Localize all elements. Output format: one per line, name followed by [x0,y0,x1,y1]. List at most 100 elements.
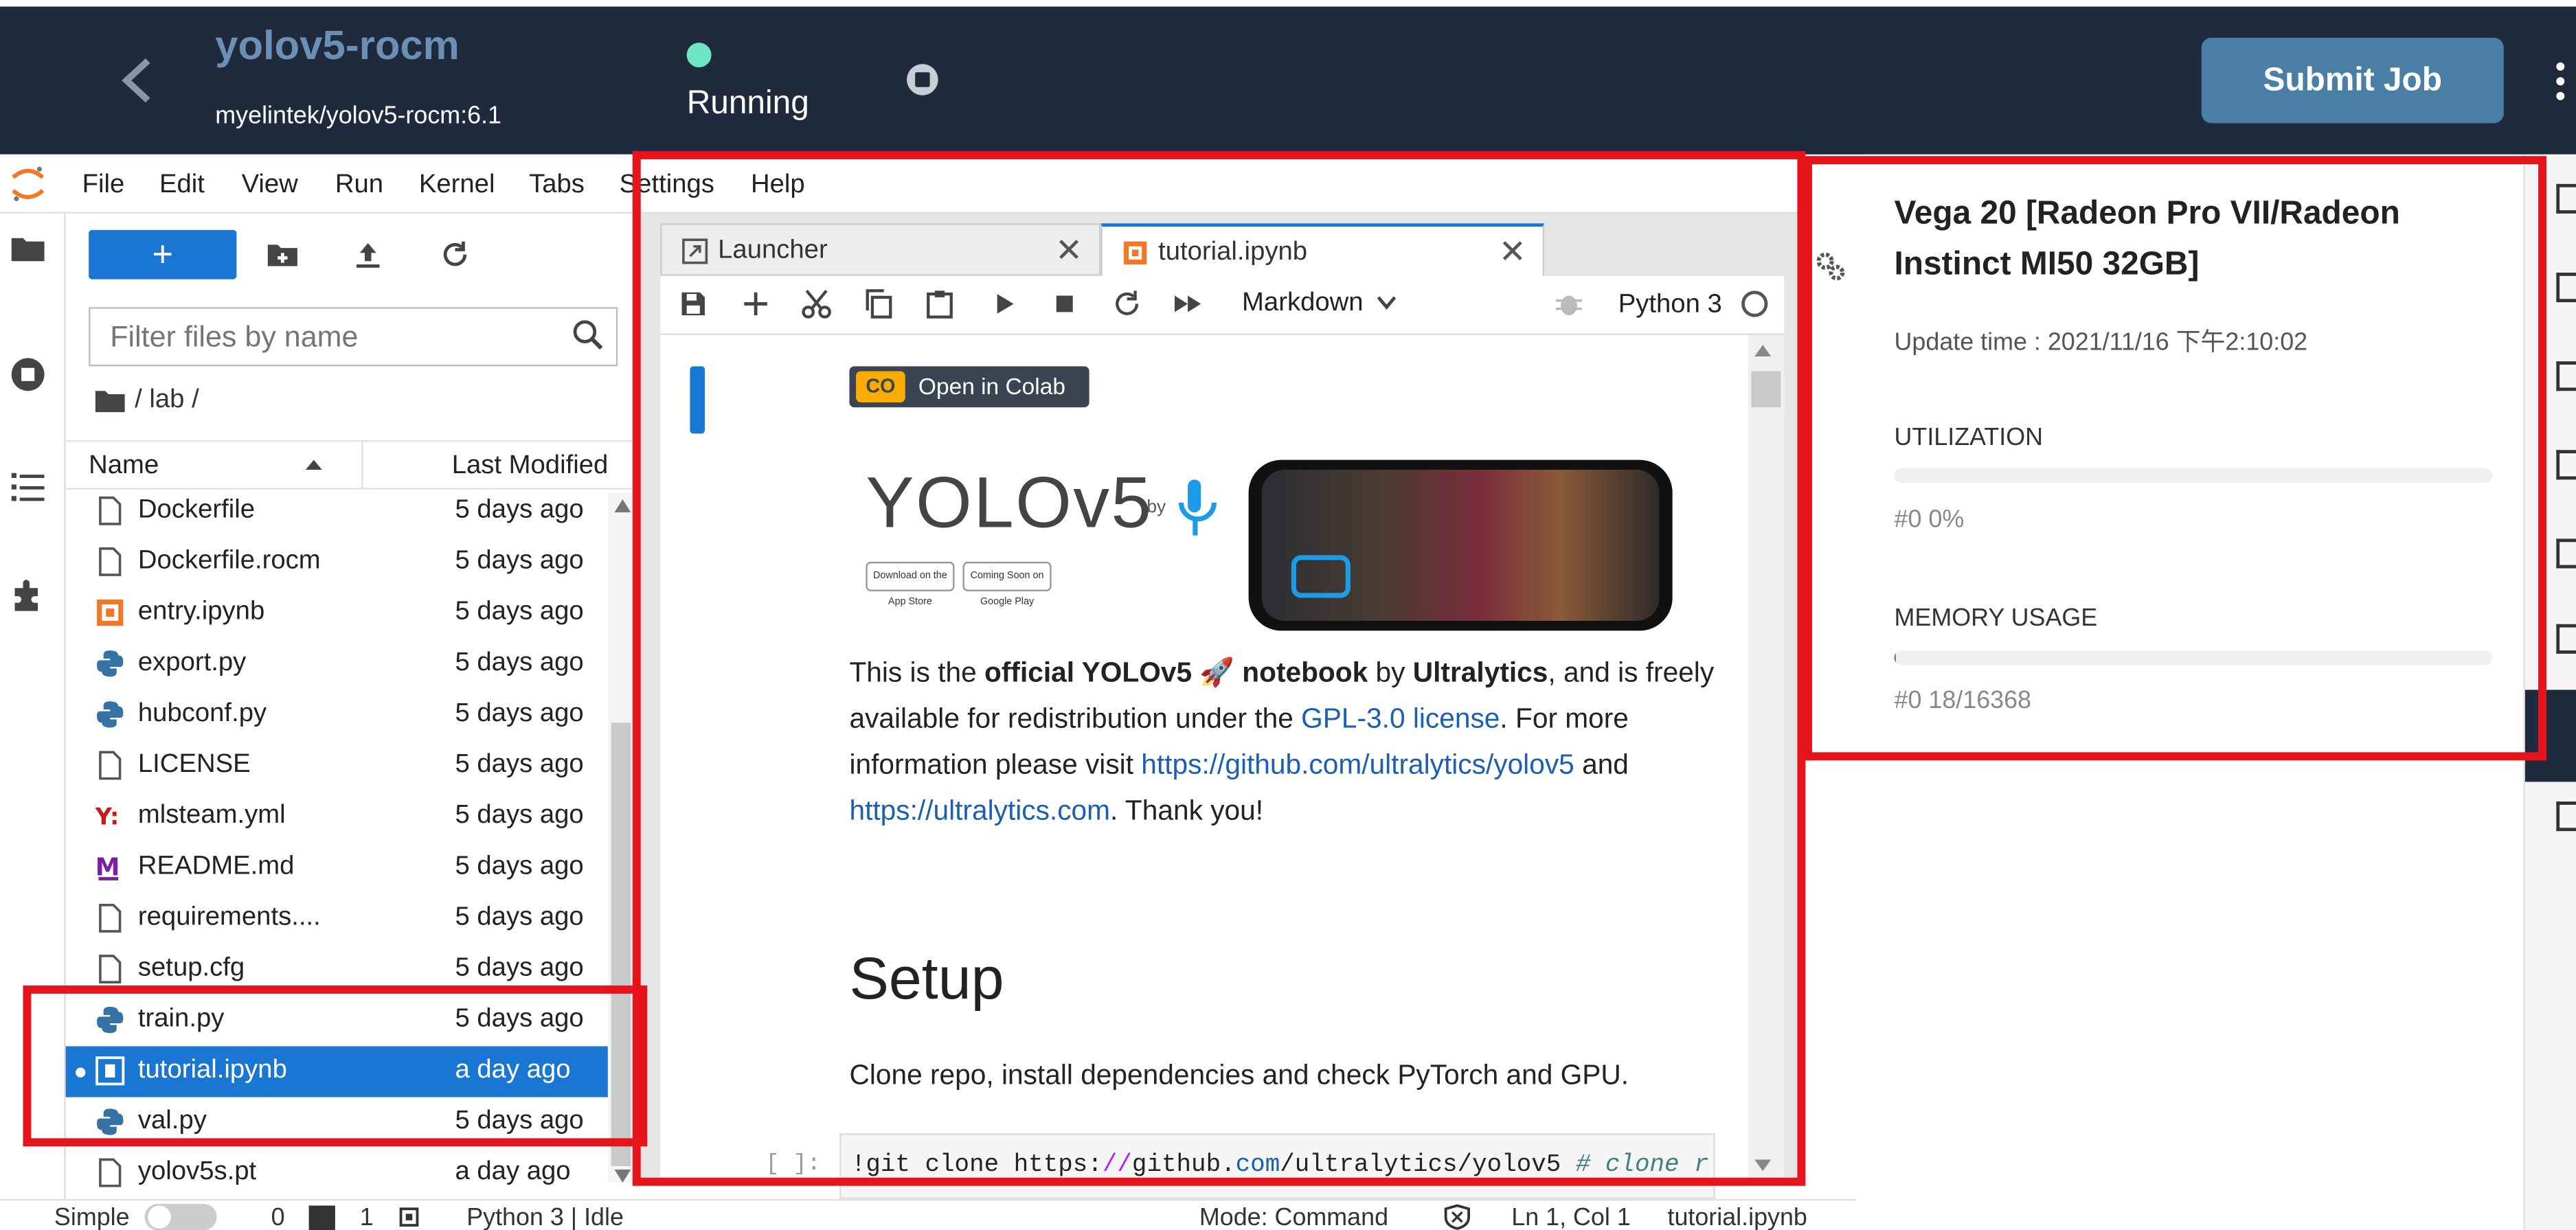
chip-icon[interactable] [2556,624,2576,654]
tab-launcher[interactable]: Launcher ✕ [660,223,1101,278]
google-play-badge[interactable]: Coming Soon on Google Play [962,561,1052,608]
file-row[interactable]: val.py 5 days ago [66,1097,608,1148]
gpu-update-time: Update time : 2021/11/16 下午2:10:02 [1894,328,2308,356]
scroll-down-icon[interactable] [614,1169,631,1183]
file-list-scrollbar-thumb[interactable] [611,722,631,1167]
upload-icon[interactable] [352,238,385,271]
file-row[interactable]: train.py 5 days ago [66,995,608,1046]
file-row[interactable]: yolov5s.pt a day ago [66,1148,608,1199]
memory-bar [1894,650,2493,665]
kernel-status[interactable]: Python 3 | Idle [466,1204,624,1230]
menu-settings[interactable]: Settings [620,171,714,201]
kernel-name[interactable]: Python 3 [1618,291,1722,320]
menu-kernel[interactable]: Kernel [419,171,495,201]
chart-icon[interactable] [2556,538,2576,569]
property-inspector-gear-icon[interactable] [1814,250,1846,283]
license-link[interactable]: GPL-3.0 license [1301,703,1500,734]
more-options-icon[interactable] [2556,62,2566,102]
cursor-position: Ln 1, Col 1 [1511,1204,1631,1230]
app-store-badge[interactable]: Download on the App Store [866,561,955,608]
run-cell-icon[interactable] [989,289,1019,319]
cell-type-select[interactable]: Markdown [1242,289,1397,319]
run-all-icon[interactable] [1173,289,1203,319]
file-row[interactable]: setup.cfg 5 days ago [66,944,608,995]
add-cell-icon[interactable] [741,289,771,319]
breadcrumb[interactable]: / lab / [135,386,199,415]
file-row[interactable]: hubconf.py 5 days ago [66,690,608,740]
submit-job-button[interactable]: Submit Job [2201,38,2504,124]
network-icon[interactable] [2556,450,2576,480]
document-icon[interactable] [2556,801,2576,832]
menu-help[interactable]: Help [751,171,805,201]
refresh-icon[interactable] [439,238,472,271]
notebook-scrollbar[interactable] [1748,334,1785,1183]
scroll-down-icon[interactable] [1754,1159,1772,1172]
debugger-icon[interactable] [1554,289,1583,319]
table-of-contents-icon[interactable] [8,466,47,505]
paste-icon[interactable] [925,289,954,319]
jupyter-logo-icon [12,166,45,201]
trusted-shield-icon[interactable] [1443,1204,1472,1230]
code-cell[interactable]: !git clone https://github.com/ultralytic… [839,1133,1715,1199]
python-icon [95,700,125,729]
scroll-up-icon[interactable] [614,499,631,513]
file-row[interactable]: Dockerfile 5 days ago [66,486,608,537]
file-row[interactable]: export.py 5 days ago [66,639,608,690]
folder-icon[interactable] [8,230,47,269]
text: and [1574,749,1629,781]
interrupt-kernel-icon[interactable] [1050,289,1079,319]
file-row[interactable]: M README.md 5 days ago [66,843,608,893]
column-modified-header[interactable]: Last Modified [452,452,609,481]
copy-icon[interactable] [864,289,894,319]
column-separator[interactable] [361,440,363,490]
tab-label: tutorial.ipynb [1158,238,1308,266]
menu-edit[interactable]: Edit [159,171,205,201]
menu-file[interactable]: File [82,171,125,201]
menu-tabs[interactable]: Tabs [529,171,585,201]
active-cell-marker[interactable] [690,366,705,434]
file-name: entry.ipynb [137,597,265,626]
extensions-icon[interactable] [8,575,47,614]
column-name-header[interactable]: Name [89,452,159,481]
file-row[interactable]: Y: mlsteam.yml 5 days ago [66,792,608,843]
running-sessions-icon[interactable] [8,355,47,394]
file-row[interactable]: requirements.... 5 days ago [66,893,608,944]
open-in-colab-badge[interactable]: CO Open in Colab [849,366,1089,408]
code-text: /yolov5 [1457,1151,1576,1180]
file-row[interactable]: entry.ipynb 5 days ago [66,588,608,639]
close-tab-icon[interactable]: ✕ [1055,225,1083,278]
cut-icon[interactable] [802,289,831,319]
close-tab-icon[interactable]: ✕ [1499,227,1526,280]
file-row[interactable]: tutorial.ipynb a day ago [65,1046,608,1097]
wrench-icon[interactable] [2556,361,2576,391]
new-launcher-button[interactable]: + [89,229,237,280]
terminal-icon [308,1205,335,1230]
file-icon [95,547,125,576]
ultralytics-link[interactable]: https://ultralytics.com [849,795,1110,826]
file-row[interactable]: Dockerfile.rocm 5 days ago [66,537,608,588]
menu-run[interactable]: Run [335,171,383,201]
kernel-count: 1 [359,1204,374,1230]
menu-view[interactable]: View [242,171,298,201]
file-row[interactable]: LICENSE 5 days ago [66,741,608,792]
gpu-monitor-tab[interactable] [2524,690,2576,782]
filter-files-input[interactable] [89,307,618,367]
github-link[interactable]: https://github.com/ultralytics/yolov5 [1141,749,1574,780]
stop-icon[interactable] [907,64,938,95]
project-image: myelintek/yolov5-rocm:6.1 [215,102,501,130]
file-name: mlsteam.yml [137,801,286,830]
utilization-value: #0 0% [1894,505,1965,534]
new-folder-icon[interactable] [266,238,299,271]
breadcrumb-folder-icon[interactable] [95,389,125,413]
notebook-scrollbar-thumb[interactable] [1751,371,1781,408]
simple-mode-toggle[interactable] [144,1204,217,1230]
scroll-up-icon[interactable] [1754,345,1772,356]
back-arrow-icon[interactable] [118,56,155,105]
text: by [1368,657,1413,689]
code-icon[interactable] [2556,273,2576,303]
restart-kernel-icon[interactable] [1112,289,1142,319]
property-icon[interactable] [2556,183,2576,214]
save-icon[interactable] [679,289,708,319]
tab-tutorial[interactable]: tutorial.ipynb ✕ [1100,223,1545,280]
code-text: // [1102,1151,1132,1180]
